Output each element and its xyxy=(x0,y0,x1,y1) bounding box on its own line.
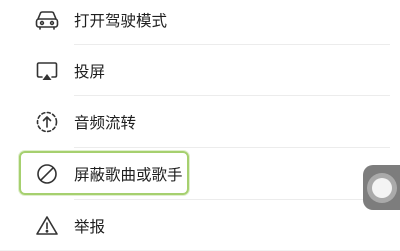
menu-item-cast-screen[interactable]: 投屏 xyxy=(0,45,390,96)
airplay-icon xyxy=(33,57,61,85)
warning-icon xyxy=(33,212,61,240)
menu-item-report[interactable]: 举报 xyxy=(0,200,390,251)
car-icon xyxy=(33,6,61,34)
menu-item-label: 屏蔽歌曲或歌手 xyxy=(74,165,183,184)
assistive-touch-button[interactable] xyxy=(363,165,400,210)
menu-item-block-song-or-artist[interactable]: 屏蔽歌曲或歌手 xyxy=(0,148,390,199)
menu-item-driving-mode[interactable]: 打开驾驶模式 xyxy=(0,0,390,45)
action-sheet: 打开驾驶模式 投屏 音频流转 屏蔽歌曲或歌手 举报 xyxy=(0,0,400,250)
audio-transfer-icon xyxy=(33,108,61,136)
assistive-touch-icon xyxy=(366,172,397,203)
menu-item-label: 投屏 xyxy=(74,62,106,81)
menu-item-audio-transfer[interactable]: 音频流转 xyxy=(0,96,390,147)
block-icon xyxy=(33,160,61,188)
menu-item-label: 音频流转 xyxy=(74,113,137,132)
menu-item-label: 打开驾驶模式 xyxy=(74,11,168,30)
menu-item-label: 举报 xyxy=(74,217,106,236)
